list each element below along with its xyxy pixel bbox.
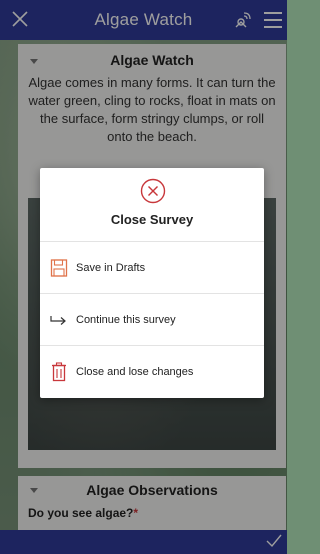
close-circle-icon	[140, 178, 166, 204]
arrow-right-icon	[50, 316, 66, 325]
close-lose-changes-option[interactable]: Close and lose changes	[40, 346, 264, 398]
save-icon	[50, 259, 68, 277]
option-label: Save in Drafts	[76, 261, 146, 274]
dialog-header: Close Survey	[40, 168, 264, 242]
close-survey-dialog: Close Survey Save in Drafts Continue thi…	[40, 168, 264, 398]
continue-survey-option[interactable]: Continue this survey	[40, 294, 264, 346]
trash-icon	[52, 362, 66, 382]
dialog-title: Close Survey	[110, 212, 194, 227]
save-in-drafts-option[interactable]: Save in Drafts	[40, 242, 264, 294]
option-label: Continue this survey	[76, 313, 176, 326]
option-label: Close and lose changes	[76, 366, 194, 378]
